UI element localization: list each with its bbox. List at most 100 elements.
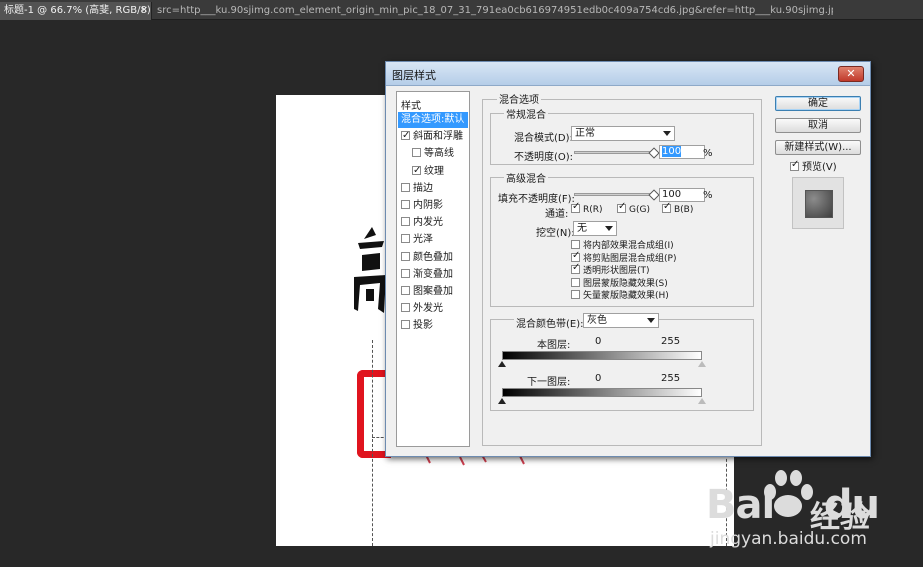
style-checkbox[interactable]	[401, 320, 410, 330]
ok-button[interactable]: 确定	[775, 96, 861, 111]
style-item[interactable]: 内发光	[398, 215, 468, 231]
blend-mode-value: 正常	[575, 128, 595, 139]
watermark-url: jingyan.baidu.com	[710, 529, 867, 549]
option-checkbox[interactable]	[571, 240, 580, 249]
style-checkbox[interactable]	[401, 182, 410, 192]
style-item[interactable]: 内阴影	[398, 198, 468, 214]
style-checkbox[interactable]	[401, 251, 410, 261]
style-item-label: 斜面和浮雕	[413, 131, 463, 143]
chevron-down-icon	[605, 226, 613, 231]
cancel-button[interactable]: 取消	[775, 118, 861, 133]
option-checkbox[interactable]	[571, 250, 580, 262]
channel-checkbox[interactable]	[617, 201, 626, 213]
option-checkbox[interactable]	[571, 290, 580, 299]
style-item[interactable]: 图案叠加	[398, 284, 468, 300]
channel-label: R(R)	[583, 205, 603, 215]
opacity-input[interactable]: 100	[659, 145, 705, 159]
underlying-layer-white-slider[interactable]	[698, 398, 706, 404]
style-item-label: 描边	[413, 182, 433, 194]
underlying-layer-low: 0	[595, 373, 602, 384]
preview-label: 预览(V)	[802, 162, 837, 173]
this-layer-black-slider[interactable]	[498, 361, 506, 367]
opacity-unit: %	[703, 148, 713, 159]
blend-mode-select[interactable]: 正常	[571, 126, 675, 141]
knockout-select[interactable]: 无	[573, 221, 617, 236]
tab-label: 标题-1 @ 66.7% (高斐, RGB/8) *	[4, 5, 152, 16]
styles-header: 样式	[401, 101, 421, 112]
close-icon[interactable]: ×	[140, 2, 148, 19]
option-label: 透明形状图层(T)	[583, 266, 650, 276]
style-checkbox[interactable]	[401, 286, 410, 295]
style-checkbox[interactable]	[401, 128, 410, 144]
new-style-button[interactable]: 新建样式(W)...	[775, 140, 861, 155]
style-item[interactable]: 纹理	[398, 163, 468, 180]
advanced-option[interactable]: 将内部效果混合成组(I)	[571, 238, 674, 251]
option-label: 图层蒙版隐藏效果(S)	[583, 278, 668, 289]
channel-checkbox[interactable]	[571, 201, 580, 213]
dialog-title: 图层样式	[392, 69, 436, 82]
style-preview	[792, 177, 844, 229]
style-checkbox[interactable]	[401, 234, 410, 244]
style-item[interactable]: 混合选项:默认	[398, 112, 468, 128]
style-item[interactable]: 描边	[398, 181, 468, 197]
close-button[interactable]: ✕	[838, 66, 864, 82]
style-item[interactable]: 等高线	[398, 146, 468, 162]
opacity-slider[interactable]	[574, 147, 660, 159]
paw-icon	[764, 470, 813, 517]
style-checkbox[interactable]	[412, 148, 421, 158]
tab-document-1[interactable]: 标题-1 @ 66.7% (高斐, RGB/8) * ×	[0, 2, 152, 20]
style-checkbox[interactable]	[401, 217, 410, 227]
option-label: 将内部效果混合成组(I)	[583, 241, 674, 251]
style-item[interactable]: 渐变叠加	[398, 267, 468, 283]
advanced-option[interactable]: 透明形状图层(T)	[571, 262, 650, 276]
style-item[interactable]: 颜色叠加	[398, 250, 468, 266]
style-item-label: 混合选项:默认	[401, 114, 465, 125]
advanced-blending-title: 高级混合	[504, 170, 548, 185]
preview-checkbox[interactable]	[790, 159, 799, 171]
preview-toggle[interactable]: 预览(V)	[790, 158, 837, 173]
fill-opacity-unit: %	[703, 190, 713, 201]
general-blending-title: 常规混合	[504, 106, 548, 121]
underlying-layer-gradient[interactable]	[502, 388, 702, 397]
knockout-label: 挖空(N):	[536, 228, 575, 239]
this-layer-gradient[interactable]	[502, 351, 702, 360]
style-checkbox[interactable]	[401, 268, 410, 278]
style-item-label: 投影	[413, 320, 433, 332]
chevron-down-icon	[647, 318, 655, 323]
advanced-option[interactable]: 矢量蒙版隐藏效果(H)	[571, 288, 669, 301]
guide-line	[372, 340, 373, 546]
blend-if-select[interactable]: 灰色	[583, 313, 659, 328]
channel-toggle[interactable]: B(B)	[662, 201, 693, 215]
advanced-option[interactable]: 图层蒙版隐藏效果(S)	[571, 276, 668, 289]
fill-opacity-input[interactable]: 100	[659, 188, 705, 202]
baidu-watermark: Baixxdu 经验 jingyan.baidu.com	[700, 462, 923, 567]
style-item-label: 外发光	[413, 303, 443, 315]
option-label: 矢量蒙版隐藏效果(H)	[583, 291, 669, 301]
style-item[interactable]: 斜面和浮雕	[398, 128, 468, 145]
style-item[interactable]: 光泽	[398, 232, 468, 248]
style-item-label: 颜色叠加	[413, 251, 453, 263]
blend-if-group	[490, 319, 754, 411]
underlying-layer-high: 255	[661, 373, 681, 384]
option-checkbox[interactable]	[571, 262, 580, 274]
style-item[interactable]: 外发光	[398, 301, 468, 317]
style-checkbox[interactable]	[401, 303, 410, 313]
fill-opacity-slider[interactable]	[574, 189, 660, 201]
style-item[interactable]: 投影	[398, 318, 468, 334]
underlying-layer-black-slider[interactable]	[498, 398, 506, 404]
this-layer-white-slider[interactable]	[698, 361, 706, 367]
channel-checkbox[interactable]	[662, 201, 671, 213]
document-tab-bar: 标题-1 @ 66.7% (高斐, RGB/8) * × src=http___…	[0, 0, 923, 20]
styles-list: 样式 混合选项:默认斜面和浮雕等高线纹理描边内阴影内发光光泽颜色叠加渐变叠加图案…	[396, 91, 470, 447]
channel-toggle[interactable]: G(G)	[617, 201, 650, 215]
tab-document-2[interactable]: src=http___ku.90sjimg.com_element_origin…	[153, 2, 833, 20]
channels-label: 通道:	[545, 209, 569, 220]
option-checkbox[interactable]	[571, 277, 580, 287]
tab-label: src=http___ku.90sjimg.com_element_origin…	[157, 5, 833, 16]
channel-toggle[interactable]: R(R)	[571, 201, 603, 215]
dialog-titlebar[interactable]: 图层样式 ✕	[386, 62, 870, 86]
advanced-option[interactable]: 将剪贴图层混合成组(P)	[571, 250, 676, 264]
style-checkbox[interactable]	[412, 163, 421, 179]
blend-options-title: 混合选项	[497, 91, 541, 106]
style-checkbox[interactable]	[401, 200, 410, 209]
